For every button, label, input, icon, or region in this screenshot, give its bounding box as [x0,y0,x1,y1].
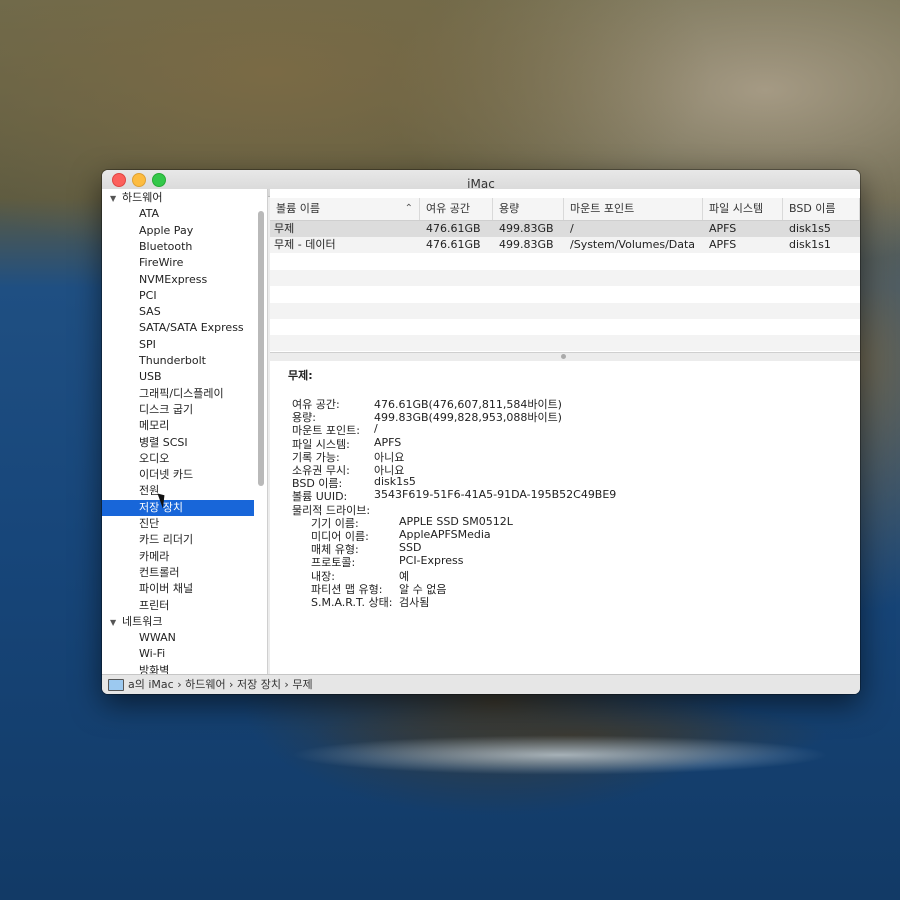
empty-table-row [270,269,860,286]
drive-detail-value: APPLE SSD SM0512L [399,514,513,528]
empty-table-row [270,286,860,302]
column-header[interactable]: 용량 [493,198,564,220]
column-header[interactable]: 마운트 포인트 [564,198,703,220]
table-cell: 476.61GB [426,222,481,235]
sidebar-item[interactable]: ATA [102,206,254,222]
table-cell: 무제 [274,222,295,235]
sidebar-item[interactable]: SATA/SATA Express [102,320,254,336]
sidebar-item[interactable]: PCI [102,288,254,304]
table-cell: 499.83GB [499,238,554,252]
sidebar-item[interactable]: 파이버 채널 [102,581,254,597]
drive-detail-value: AppleAPFSMedia [399,528,491,541]
empty-table-row [270,335,860,352]
sidebar-item[interactable]: Wi-Fi [102,646,254,662]
detail-value: 499.83GB(499,828,953,088바이트) [374,411,562,425]
table-cell: / [570,222,574,235]
table-cell: disk1s1 [789,238,831,252]
wallpaper-foam [290,735,830,775]
sidebar-item[interactable]: 병렬 SCSI [102,435,254,451]
table-cell: disk1s5 [789,222,831,235]
detail-value: APFS [374,435,402,449]
column-header[interactable]: 파일 시스템 [703,198,783,220]
empty-table-row [270,302,860,319]
sidebar-item[interactable]: USB [102,369,254,385]
table-cell: 무제 - 데이터 [274,238,336,252]
status-bar: a의 iMac › 하드웨어 › 저장 장치 › 무제 [102,674,860,694]
sidebar-item[interactable]: 카드 리더기 [102,532,254,548]
drive-detail-value: 검사됨 [399,596,430,609]
detail-value: 3543F619-51F6-41A5-91DA-195B52C49BE9 [374,488,617,502]
table-cell: 499.83GB [499,222,554,235]
sidebar-item[interactable]: 오디오 [102,451,254,467]
system-information-window: iMac ▼ 하드웨어 ATA Apple Pay Bluetooth FireWire N… [102,170,860,694]
sidebar-item[interactable]: Bluetooth [102,239,254,255]
detail-value: / [374,422,378,436]
details-title: 무제: [288,369,313,382]
sidebar-item[interactable]: SAS [102,304,254,320]
volume-table-header: 볼륨 이름 ⌃ 여유 공간 용량 마운트 포인트 파일 시스템 BSD 이름 [270,198,860,221]
sidebar-item[interactable]: NVMExpress [102,272,254,288]
sidebar-item[interactable]: 메모리 [102,418,254,434]
sidebar-item[interactable]: 저장 장치 [102,499,254,516]
table-cell: APFS [709,222,737,235]
table-cell: 476.61GB [426,238,481,252]
table-row[interactable]: 무제 - 데이터 476.61GB 499.83GB/System/Volumes/… [270,237,860,254]
sidebar-scrollbar[interactable] [258,211,264,486]
main-pane: 볼륨 이름 ⌃ 여유 공간 용량 마운트 포인트 파일 시스템 BSD 이름 무제 476.6… [270,189,860,675]
sidebar-group-label: 네트워크 [122,614,163,628]
sidebar-item[interactable]: 진단 [102,516,254,532]
table-cell: APFS [709,238,737,252]
breadcrumb: a의 iMac › 하드웨어 › 저장 장치 › 무제 [128,678,313,691]
sidebar-item[interactable]: 카메라 [102,549,254,565]
sidebar-item[interactable]: 컨트롤러 [102,565,254,581]
sidebar-group-network[interactable]: ▼ 네트워크 [110,614,162,630]
detail-value: disk1s5 [374,475,416,489]
table-cell: /System/Volumes/Data [570,238,696,252]
drive-detail-value: PCI-Express [399,554,464,568]
drive-detail-value: SSD [399,541,422,555]
divider-grip-icon[interactable] [561,354,566,359]
disclosure-triangle-icon[interactable]: ▼ [110,615,122,631]
empty-table-row [270,254,860,270]
sidebar-item[interactable]: 디스크 굽기 [102,402,254,418]
sidebar-item[interactable]: Apple Pay [102,223,254,239]
column-header[interactable]: 볼륨 이름 ⌃ [270,198,420,220]
sort-ascending-icon: ⌃ [404,203,413,214]
sidebar-item[interactable]: FireWire [102,255,254,271]
details-pane: 무제: 여유 공간: 476.61GB(476,607,811,584바이트) 용량… [270,361,860,675]
table-row[interactable]: 무제 476.61GB 499.83GB / APFS disk1s5 [270,221,860,237]
sidebar-item[interactable]: SPI [102,337,254,353]
sidebar-item[interactable]: WWAN [102,630,254,646]
disclosure-triangle-icon[interactable]: ▼ [110,191,122,207]
column-header[interactable]: 여유 공간 [420,198,493,220]
sidebar-item[interactable]: 프린터 [102,598,254,614]
column-header[interactable]: BSD 이름 [783,198,860,220]
drive-detail-label: S.M.A.R.T. 상태: [311,596,393,609]
sidebar-item[interactable]: Thunderbolt [102,353,254,369]
sidebar-group-hardware[interactable]: ▼ 하드웨어 [110,190,162,206]
empty-table-row [270,319,860,335]
sidebar-item[interactable]: 전원 [102,483,254,499]
sidebar-item[interactable]: 이더넷 카드 [102,467,254,483]
computer-icon [108,679,124,691]
sidebar-item[interactable]: 그래픽/디스플레이 [102,386,254,402]
sidebar-group-label: 하드웨어 [122,191,163,204]
sidebar: ▼ 하드웨어 ATA Apple Pay Bluetooth FireWire NVMExp… [102,189,268,675]
